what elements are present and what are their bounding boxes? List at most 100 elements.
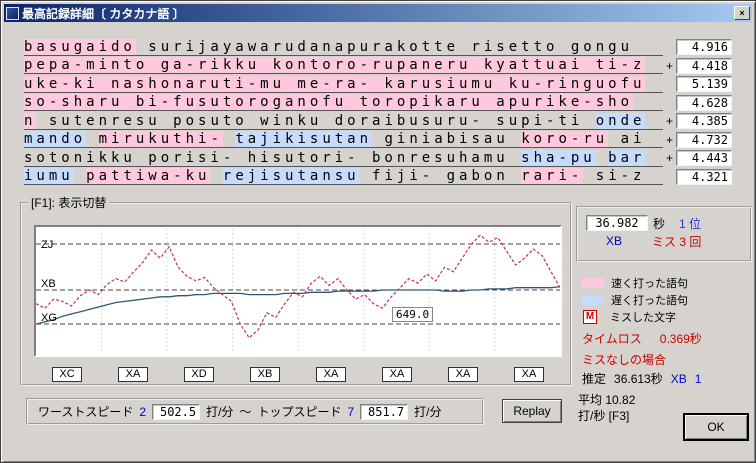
typing-segment xyxy=(223,131,235,147)
typing-line: iumu pattiwa-ku rejisutansu fiji- gabon … xyxy=(24,168,732,187)
graph-groupbox-label: [F1]: 表示切替 xyxy=(31,196,107,210)
typing-segment-fast: mirukuthi- xyxy=(98,131,223,148)
typing-segment-slow: bar xyxy=(608,149,646,166)
typing-line: basugaido surijayawarudanapurakotte rise… xyxy=(24,38,732,57)
y-label-zj: ZJ xyxy=(41,239,53,251)
typing-segment-fast: koro-ru xyxy=(521,131,609,148)
speed-range-panel: ワーストスピード 2 502.5 打/分 ～ トップスピード 7 851.7 打… xyxy=(26,398,484,425)
section-separators xyxy=(101,229,495,353)
section-rank-box: XA xyxy=(514,367,544,382)
typing-line-text: n sutenresu posuto winku doraibusuru- su… xyxy=(24,112,663,130)
speed-marker-value: 649.0 xyxy=(392,307,434,322)
timeloss-label: タイムロス xyxy=(582,332,642,346)
typing-line: sotonikku porisi- hisutori- bonresuhamu … xyxy=(24,149,732,168)
estimate-grade: XB xyxy=(670,372,687,386)
typing-segment: ai xyxy=(608,131,646,148)
section-rank-box: XA xyxy=(118,367,148,382)
typing-line: mando mirukuthi- tajikisutan giniabisau … xyxy=(24,131,732,150)
timeloss-line: タイムロス 0.369秒 xyxy=(582,330,702,347)
section-rank-box: XA xyxy=(382,367,412,382)
legend-fast-row: 速く打った語句 xyxy=(582,274,688,291)
estimate-rank: 1 xyxy=(694,372,702,386)
typing-segment-slow: tajikisutan xyxy=(235,131,373,148)
result-time-row: 36.982 秒 1 位 xyxy=(586,214,742,232)
miss-legend-label: ミスした文字 xyxy=(610,311,676,324)
typing-segment: sutenresu posuto winku doraibusuru- supi… xyxy=(36,112,596,129)
typing-line-text: uke-ki nashonaruti-mu me-ra- karusiumu k… xyxy=(24,75,663,93)
result-grade-row: XB ミス 3 回 xyxy=(586,232,742,250)
typing-segment: sotonikku porisi- hisutori- bonresuhamu xyxy=(24,149,522,166)
typing-segment-fast: so-sharu bi-fusutoroganofu toropikaru ap… xyxy=(24,94,634,111)
window-title: 最高記録詳細〔 カタカナ語 〕 xyxy=(22,6,185,21)
total-time-value: 36.982 xyxy=(586,215,648,231)
typing-segment-slow: rejisutansu xyxy=(222,168,360,185)
result-panel: 36.982 秒 1 位 XB ミス 3 回 xyxy=(576,206,752,262)
section-rank-box: XD xyxy=(184,367,214,382)
estimate-line: 推定 36.613秒 XB 1 xyxy=(582,370,709,387)
worst-speed-label: ワーストスピード xyxy=(38,405,134,419)
miss-count: ミス 3 回 xyxy=(652,234,702,249)
typing-segment-fast: n xyxy=(24,112,37,129)
worst-speed-value: 502.5 xyxy=(152,403,201,420)
typing-line-text: pepa-minto ga-rikku kontoro-rupaneru kya… xyxy=(24,57,663,75)
plus-marker: + xyxy=(665,58,673,73)
line-time-box: 4.732 xyxy=(676,131,732,148)
typing-segment-slow: mando xyxy=(24,131,87,148)
titlebar[interactable]: 最高記録詳細〔 カタカナ語 〕 × xyxy=(4,4,752,22)
worst-line-index: 2 xyxy=(139,404,147,419)
top-speed-unit: 打/分 xyxy=(414,405,442,419)
y-label-xg: XG xyxy=(41,312,57,324)
typing-segment xyxy=(596,150,608,166)
seconds-label: 秒 xyxy=(653,216,666,231)
grade-label: XB xyxy=(606,234,623,248)
typing-segment: fiji- gabon xyxy=(359,168,522,185)
timeloss-value: 0.369秒 xyxy=(659,332,702,346)
app-icon xyxy=(6,6,19,20)
dialog-body: basugaido surijayawarudanapurakotte rise… xyxy=(4,22,752,459)
top-speed-value: 851.7 xyxy=(360,403,409,420)
typing-segment-fast: pattiwa-ku xyxy=(86,168,211,185)
instant-speed-line xyxy=(36,234,560,339)
close-button[interactable]: × xyxy=(734,6,750,20)
legend-slow-row: 遅く打った語句 xyxy=(582,291,688,308)
estimate-value: 36.613秒 xyxy=(614,372,663,386)
typing-line-text: basugaido surijayawarudanapurakotte rise… xyxy=(24,38,663,56)
speed-chart-svg: ZJ XB XG xyxy=(36,229,560,353)
plus-marker: + xyxy=(665,151,673,166)
section-rank-box: XC xyxy=(52,367,82,382)
top-speed-label: トップスピード xyxy=(257,405,342,419)
line-time-box: 4.321 xyxy=(676,168,732,185)
line-time-box: 4.916 xyxy=(676,39,732,56)
line-time-box: 4.443 xyxy=(676,150,732,167)
typing-line-text: sotonikku porisi- hisutori- bonresuhamu … xyxy=(24,149,663,167)
section-rank-box: XA xyxy=(448,367,478,382)
typing-line: so-sharu bi-fusutoroganofu toropikaru ap… xyxy=(24,94,732,113)
typing-line-text: mando mirukuthi- tajikisutan giniabisau … xyxy=(24,131,663,149)
typing-line: uke-ki nashonaruti-mu me-ra- karusiumu k… xyxy=(24,75,732,94)
speed-chart: ZJ XB XG 649.0 xyxy=(34,225,562,357)
range-tilde: ～ xyxy=(239,405,252,419)
plus-marker: + xyxy=(665,114,673,129)
top-line-index: 7 xyxy=(347,404,355,419)
line-time-box: 5.139 xyxy=(676,76,732,93)
typing-segment xyxy=(86,131,98,147)
typing-segment-slow: sha-pu xyxy=(521,149,596,166)
plus-marker: + xyxy=(665,132,673,147)
typing-line: pepa-minto ga-rikku kontoro-rupaneru kya… xyxy=(24,57,732,76)
slow-words-swatch xyxy=(582,294,604,305)
line-time-box: 4.418 xyxy=(676,57,732,74)
legend: 速く打った語句 遅く打った語句 M ミスした文字 xyxy=(582,274,688,325)
line-time-box: 4.628 xyxy=(676,94,732,111)
typing-segment-slow: onde xyxy=(595,112,646,129)
nomiss-label: ミスなしの場合 xyxy=(582,353,667,367)
ok-button[interactable]: OK xyxy=(683,413,749,441)
y-label-xb: XB xyxy=(41,278,56,290)
typing-segment: giniabisau xyxy=(372,131,522,148)
section-rank-boxes: XC XA XD XB XA XA XA XA xyxy=(34,367,562,382)
typing-segment-slow: iumu xyxy=(24,168,74,185)
worst-speed-unit: 打/分 xyxy=(206,405,234,419)
slow-legend-label: 遅く打った語句 xyxy=(611,294,688,307)
typing-segment-fast: uke-ki nashonaruti-mu me-ra- karusiumu k… xyxy=(24,75,646,92)
typing-line-text: iumu pattiwa-ku rejisutansu fiji- gabon … xyxy=(24,168,663,186)
replay-button[interactable]: Replay xyxy=(502,399,562,423)
